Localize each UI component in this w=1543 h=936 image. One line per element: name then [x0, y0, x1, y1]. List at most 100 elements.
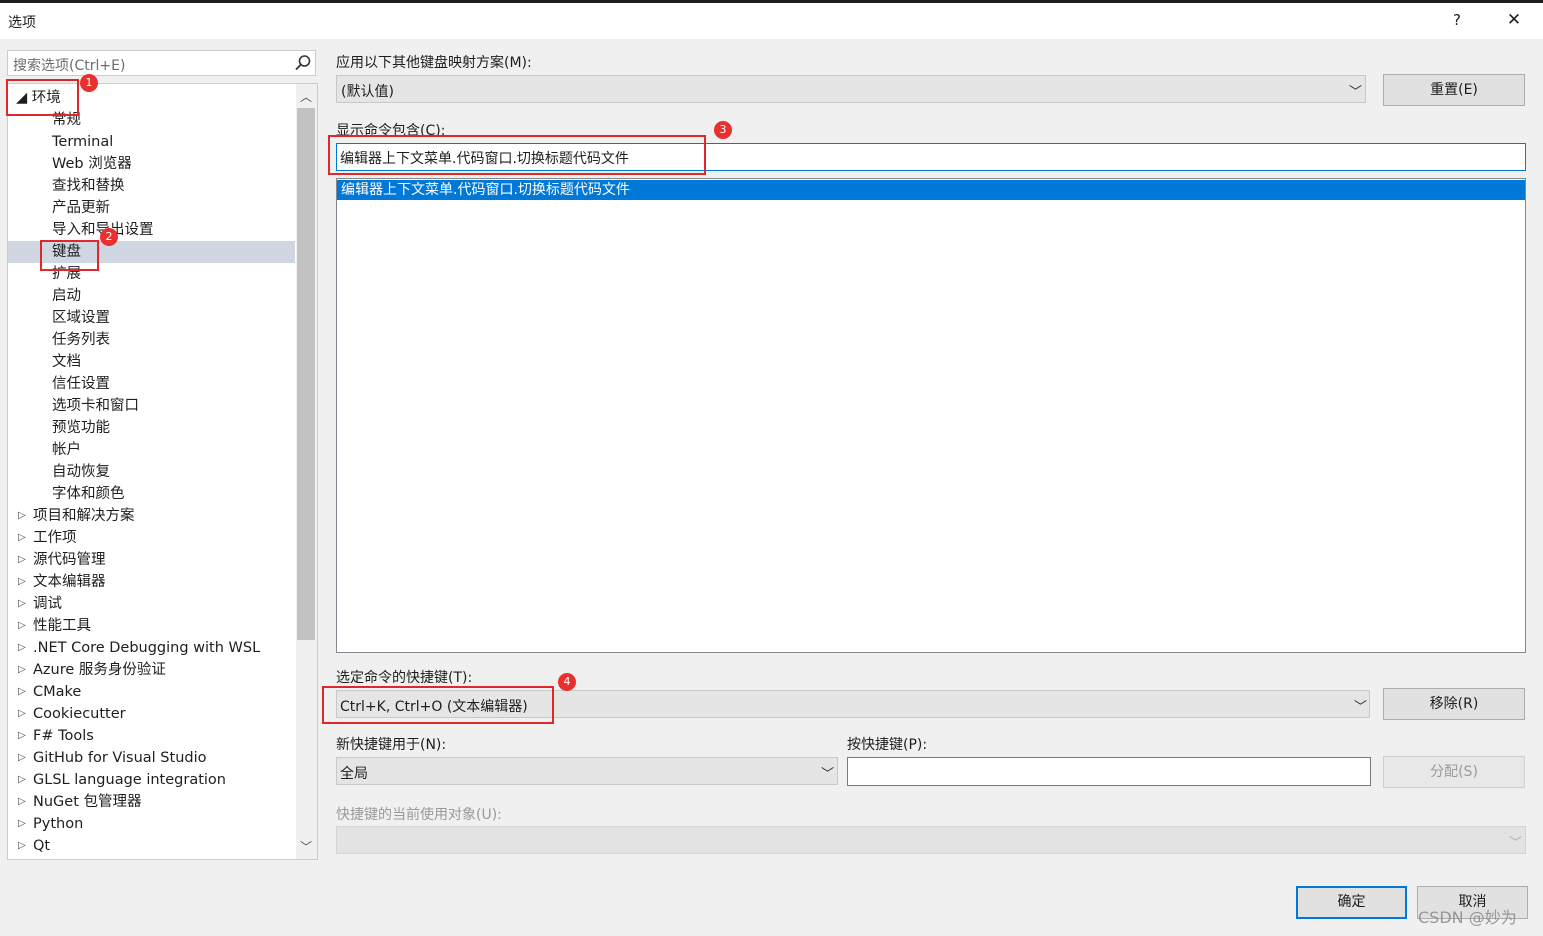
expand-arrow-icon[interactable]: ▷: [18, 725, 26, 747]
tree-item-text-editor[interactable]: ▷ 文本编辑器: [8, 571, 295, 593]
scroll-down-icon[interactable]: ﹀: [298, 838, 314, 855]
tree-item-web-browser[interactable]: Web 浏览器: [8, 153, 295, 175]
expand-arrow-icon[interactable]: ▷: [18, 593, 26, 615]
expand-arrow-icon[interactable]: ▷: [18, 747, 26, 769]
help-button[interactable]: ?: [1450, 11, 1464, 29]
press-shortcut-label: 按快捷键(P):: [847, 737, 928, 753]
search-placeholder: 搜索选项(Ctrl+E): [13, 58, 126, 74]
tree-item-fonts-colors[interactable]: 字体和颜色: [8, 483, 295, 505]
annotation-badge: 1: [80, 74, 98, 92]
tree-item-label: Cookiecutter: [33, 706, 126, 722]
command-list[interactable]: [336, 178, 1526, 653]
tree-item-qt[interactable]: ▷ Qt: [8, 835, 295, 857]
tree-item-nuget[interactable]: ▷ NuGet 包管理器: [8, 791, 295, 813]
chevron-down-icon[interactable]: ﹀: [821, 763, 834, 782]
expand-arrow-icon[interactable]: ▷: [18, 571, 26, 593]
tree-item-label: 信任设置: [52, 376, 110, 392]
tree-item-source-control[interactable]: ▷ 源代码管理: [8, 549, 295, 571]
shortcut-label: 选定命令的快捷键(T):: [336, 670, 473, 686]
tree-item-find-replace[interactable]: 查找和替换: [8, 175, 295, 197]
options-tree[interactable]: ◢ 环境 常规 Terminal Web 浏览器 查找和替换 产品更新 导入和导…: [7, 83, 318, 860]
tree-item-cookiecutter[interactable]: ▷ Cookiecutter: [8, 703, 295, 725]
expand-arrow-icon[interactable]: ▷: [18, 681, 26, 703]
command-list-item[interactable]: 编辑器上下文菜单.代码窗口.切换标题代码文件: [337, 180, 1525, 200]
tree-item-label: Terminal: [52, 134, 114, 150]
remove-button[interactable]: 移除(R): [1383, 688, 1525, 720]
tree-item-label: 区域设置: [52, 310, 110, 326]
tree-scrollbar-thumb[interactable]: [297, 108, 315, 640]
tree-item-account[interactable]: 帐户: [8, 439, 295, 461]
new-scope-label: 新快捷键用于(N):: [336, 737, 447, 753]
press-shortcut-input[interactable]: [847, 757, 1371, 786]
tree-item-label: 帐户: [52, 442, 81, 458]
tree-item-fsharp-tools[interactable]: ▷ F# Tools: [8, 725, 295, 747]
chevron-down-icon: ﹀: [1509, 836, 1523, 851]
tree-item-glsl[interactable]: ▷ GLSL language integration: [8, 769, 295, 791]
tree-item-label: 产品更新: [52, 200, 110, 216]
annotation-box-environment: [6, 79, 79, 116]
search-icon[interactable]: [293, 53, 313, 73]
tree-item-work-items[interactable]: ▷ 工作项: [8, 527, 295, 549]
tree-item-label: Web 浏览器: [52, 156, 132, 172]
expand-arrow-icon[interactable]: ▷: [18, 527, 26, 549]
window-title: 选项: [8, 15, 36, 31]
annotation-box-keyboard: [40, 240, 99, 271]
tree-item-product-updates[interactable]: 产品更新: [8, 197, 295, 219]
new-scope-value: 全局: [340, 766, 368, 782]
tree-item-label: 选项卡和窗口: [52, 398, 139, 414]
new-scope-select[interactable]: [336, 757, 838, 785]
annotation-badge: 2: [100, 228, 118, 246]
tree-item-label: 自动恢复: [52, 464, 110, 480]
tree-item-debugging[interactable]: ▷ 调试: [8, 593, 295, 615]
tree-item-task-list[interactable]: 任务列表: [8, 329, 295, 351]
tree-item-cmake[interactable]: ▷ CMake: [8, 681, 295, 703]
tree-item-label: .NET Core Debugging with WSL: [33, 640, 261, 656]
watermark: CSDN @妙为: [1418, 908, 1517, 927]
tree-item-projects-solutions[interactable]: ▷ 项目和解决方案: [8, 505, 295, 527]
chevron-down-icon[interactable]: ﹀: [1354, 696, 1367, 715]
expand-arrow-icon[interactable]: ▷: [18, 769, 26, 791]
expand-arrow-icon[interactable]: ▷: [18, 549, 26, 571]
expand-arrow-icon[interactable]: ▷: [18, 637, 26, 659]
reset-button[interactable]: 重置(E): [1383, 74, 1525, 106]
tree-item-python[interactable]: ▷ Python: [8, 813, 295, 835]
tree-item-label: GitHub for Visual Studio: [33, 750, 207, 766]
tree-item-preview-features[interactable]: 预览功能: [8, 417, 295, 439]
mapping-scheme-select[interactable]: [336, 75, 1366, 103]
scroll-up-icon[interactable]: ︿: [298, 88, 314, 105]
chevron-down-icon[interactable]: ﹀: [1349, 81, 1362, 100]
tree-item-github[interactable]: ▷ GitHub for Visual Studio: [8, 747, 295, 769]
mapping-scheme-value: (默认值): [341, 84, 394, 100]
expand-arrow-icon[interactable]: ▷: [18, 835, 26, 857]
tree-item-net-core-wsl[interactable]: ▷ .NET Core Debugging with WSL: [8, 637, 295, 659]
tree-item-label: 性能工具: [33, 618, 91, 634]
tree-item-terminal[interactable]: Terminal: [8, 131, 295, 153]
tree-item-performance-tools[interactable]: ▷ 性能工具: [8, 615, 295, 637]
tree-item-label: 工作项: [33, 530, 77, 546]
tree-item-locale[interactable]: 区域设置: [8, 307, 295, 329]
close-button[interactable]: ✕: [1504, 10, 1524, 30]
annotation-box-filter: [328, 135, 706, 175]
tree-item-label: GLSL language integration: [33, 772, 226, 788]
ok-button[interactable]: 确定: [1296, 886, 1407, 919]
tree-item-label: CMake: [33, 684, 82, 700]
tree-item-label: 调试: [33, 596, 62, 612]
expand-arrow-icon[interactable]: ▷: [18, 615, 26, 637]
expand-arrow-icon[interactable]: ▷: [18, 703, 26, 725]
expand-arrow-icon[interactable]: ▷: [18, 659, 26, 681]
tree-item-label: 项目和解决方案: [33, 508, 135, 524]
assign-button[interactable]: 分配(S): [1383, 756, 1525, 788]
tree-item-startup[interactable]: 启动: [8, 285, 295, 307]
used-by-select[interactable]: [336, 826, 1526, 854]
tree-item-tabs-windows[interactable]: 选项卡和窗口: [8, 395, 295, 417]
expand-arrow-icon[interactable]: ▷: [18, 813, 26, 835]
tree-item-azure-auth[interactable]: ▷ Azure 服务身份验证: [8, 659, 295, 681]
tree-item-import-export[interactable]: 导入和导出设置: [8, 219, 295, 241]
tree-item-autorecover[interactable]: 自动恢复: [8, 461, 295, 483]
expand-arrow-icon[interactable]: ▷: [18, 505, 26, 527]
annotation-badge: 3: [714, 121, 732, 139]
title-bar: [0, 3, 1543, 39]
tree-item-trust-settings[interactable]: 信任设置: [8, 373, 295, 395]
expand-arrow-icon[interactable]: ▷: [18, 791, 26, 813]
tree-item-documents[interactable]: 文档: [8, 351, 295, 373]
